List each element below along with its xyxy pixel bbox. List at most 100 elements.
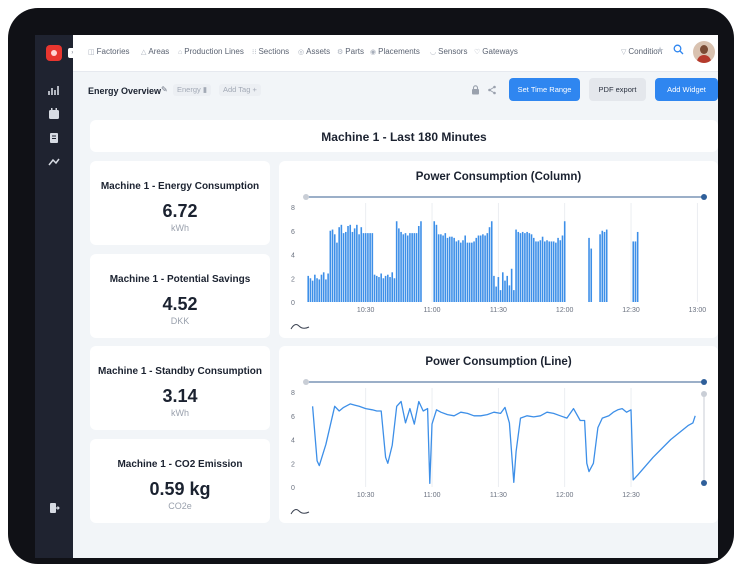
bar [444, 233, 447, 303]
bar [462, 240, 464, 302]
bar [488, 227, 491, 302]
kpi-card-energy-consumption[interactable]: Machine 1 - Energy Consumption 6.72 kWh [90, 161, 270, 245]
bar [490, 221, 493, 302]
bar [555, 242, 557, 303]
bar [347, 226, 349, 302]
bar [506, 275, 509, 303]
tag-energy[interactable]: Energy ▮ [173, 84, 211, 96]
set-time-range-button[interactable]: Set Time Range [509, 78, 580, 101]
kpi-card-potential-savings[interactable]: Machine 1 - Potential Savings 4.52 DKK [90, 254, 270, 338]
report-icon[interactable] [47, 131, 61, 145]
nav-item-placements[interactable]: ◉ Placements [370, 47, 420, 56]
bar [362, 233, 365, 303]
y-tick-label: 2 [291, 276, 295, 283]
app-logo[interactable] [46, 45, 62, 61]
bar [442, 235, 444, 302]
bar [314, 274, 316, 302]
column-chart[interactable]: 0 2 4 6 8 10:30 11:00 11:30 12:00 12:30 13:00 [279, 161, 718, 338]
bar [552, 241, 555, 302]
trash-icon[interactable]: ▮ [203, 85, 207, 94]
x-tick-label: 13:00 [689, 307, 707, 314]
bar [327, 273, 329, 302]
nav-item-gateways[interactable]: ♡ Gateways [474, 47, 518, 56]
y-tick-label: 0 [291, 485, 295, 492]
user-avatar[interactable] [693, 41, 715, 63]
add-widget-button[interactable]: Add Widget [655, 78, 718, 101]
waveform-icon [290, 509, 310, 515]
bar [373, 274, 376, 302]
bar [544, 241, 546, 302]
bar [464, 235, 466, 302]
x-tick-label: 11:00 [424, 492, 441, 499]
range-slider-start-handle [303, 194, 309, 200]
y-tick-label: 6 [291, 229, 295, 236]
bar [402, 234, 405, 302]
bar [389, 277, 391, 302]
bar [404, 233, 407, 303]
bar [603, 231, 606, 302]
share-icon[interactable] [487, 85, 497, 97]
pdf-export-button[interactable]: PDF export [589, 78, 646, 101]
asset-icon: ◎ [298, 49, 305, 56]
bar [345, 231, 347, 302]
bar [398, 228, 400, 303]
calendar-icon[interactable] [47, 107, 61, 121]
nav-item-assets[interactable]: ◎ Assets [298, 47, 330, 56]
bar [393, 278, 396, 302]
analytics-icon[interactable] [47, 83, 61, 97]
y-tick-label: 4 [291, 253, 295, 260]
star-icon[interactable]: ★ [656, 45, 664, 56]
bar [515, 229, 517, 302]
kpi-value: 4.52 [162, 294, 198, 314]
x-tick-label: 12:00 [556, 307, 574, 314]
trend-icon[interactable] [47, 155, 61, 169]
nav-item-areas[interactable]: △ Areas [141, 47, 169, 56]
kpi-unit: CO2e [168, 501, 192, 511]
column-chart-widget[interactable]: Power Consumption (Column) 0 2 4 6 8 10:30 11:… [279, 161, 718, 338]
bar [413, 233, 416, 303]
nav-item-parts[interactable]: ⚙ Parts [337, 47, 364, 56]
bar [539, 240, 542, 302]
bar [336, 242, 338, 303]
line-chart[interactable]: 0 2 4 6 8 10:30 11:00 11:30 12:00 12:30 [279, 346, 718, 523]
bar [415, 233, 418, 303]
selector-bottom-handle [701, 480, 707, 486]
bar [493, 275, 495, 303]
bar [530, 234, 533, 302]
line-chart-widget[interactable]: Power Consumption (Line) 0 2 4 6 8 10:30 11:00… [279, 346, 718, 523]
bar [342, 233, 345, 303]
bar [380, 273, 382, 302]
bar [497, 277, 500, 302]
search-icon[interactable] [673, 44, 684, 57]
bar [484, 235, 486, 302]
lock-icon[interactable] [471, 85, 480, 97]
bar [559, 240, 562, 302]
factory-icon: ◫ [88, 49, 95, 56]
x-tick-label: 11:30 [490, 492, 507, 499]
bar [440, 234, 442, 302]
selector-top-handle [701, 391, 707, 397]
nav-item-factories[interactable]: ◫ Factories [88, 47, 130, 56]
kpi-card-standby-consumption[interactable]: Machine 1 - Standby Consumption 3.14 kWh [90, 346, 270, 430]
bar [358, 234, 360, 302]
bar [561, 235, 564, 302]
placement-icon: ◉ [370, 49, 377, 56]
gateway-icon: ♡ [474, 49, 481, 56]
edit-title-icon[interactable]: ✎ [161, 85, 168, 94]
bar [532, 237, 535, 303]
y-tick-label: 2 [291, 461, 295, 468]
kpi-unit: kWh [171, 408, 189, 418]
logout-icon[interactable] [47, 501, 61, 515]
nav-item-production-lines[interactable]: ⌂ Production Lines [178, 47, 244, 56]
bar [364, 233, 367, 303]
kpi-card-co2-emission[interactable]: Machine 1 - CO2 Emission 0.59 kg CO2e [90, 439, 270, 523]
add-tag-button[interactable]: Add Tag + [219, 84, 261, 96]
bar [351, 231, 354, 302]
nav-item-sections[interactable]: ⁝⁝ Sections [252, 47, 289, 56]
range-slider-start-handle [303, 379, 309, 385]
bar [411, 233, 413, 303]
bar [316, 278, 318, 302]
nav-item-sensors[interactable]: ◡ Sensors [430, 47, 467, 56]
bar [599, 234, 601, 302]
series-line [311, 400, 696, 485]
